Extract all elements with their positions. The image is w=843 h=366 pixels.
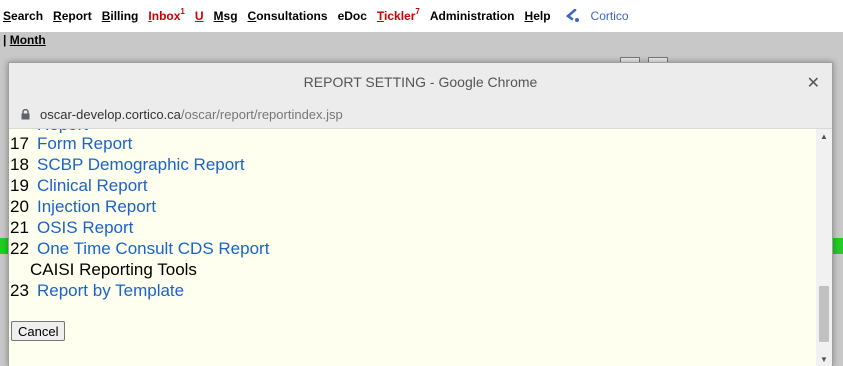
nav-search[interactable]: Search: [3, 9, 43, 23]
report-list: Report 17 Form Report 18 SCBP Demographic R…: [9, 129, 816, 366]
url-host: oscar-develop.cortico.ca: [40, 107, 181, 122]
section-heading: CAISI Reporting Tools: [9, 259, 816, 280]
report-item: 19 Clinical Report: [9, 175, 816, 196]
cortico-label: Cortico: [590, 9, 629, 23]
nav-badge: 1: [180, 7, 185, 16]
report-number: 22: [10, 238, 29, 258]
report-link[interactable]: One Time Consult CDS Report: [37, 239, 269, 259]
nav-billing[interactable]: Billing: [102, 9, 139, 23]
report-number: 20: [10, 196, 29, 216]
top-navigation: Search Report Billing Inbox1 U Msg Consultatio…: [0, 0, 843, 32]
report-link[interactable]: Form Report: [37, 134, 132, 154]
report-item: 23 Report by Template: [9, 280, 816, 301]
report-number: 23: [10, 280, 29, 300]
scroll-down-icon[interactable]: ▼: [816, 352, 832, 366]
nav-help[interactable]: Help: [525, 9, 551, 23]
address-bar: oscar-develop.cortico.ca/oscar/report/re…: [9, 101, 832, 129]
window-titlebar: REPORT SETTING - Google Chrome ✕: [9, 63, 832, 101]
divider: |: [3, 33, 10, 47]
report-link[interactable]: OSIS Report: [37, 218, 133, 238]
report-link[interactable]: Clinical Report: [37, 176, 148, 196]
nav-u[interactable]: U: [195, 9, 204, 23]
nav-administration[interactable]: Administration: [430, 9, 515, 23]
close-icon[interactable]: ✕: [807, 73, 820, 93]
report-item: 18 SCBP Demographic Report: [9, 154, 816, 175]
nav-msg[interactable]: Msg: [214, 9, 238, 23]
cortico-logo-icon: [565, 9, 579, 22]
nav-badge: 7: [415, 7, 420, 16]
nav-inbox[interactable]: Inbox1: [148, 7, 185, 23]
nav-report[interactable]: Report: [53, 9, 92, 23]
lock-icon: [21, 109, 30, 120]
nav-consultations[interactable]: Consultations: [248, 9, 328, 23]
sub-navigation: | Month: [0, 32, 843, 54]
nav-tickler[interactable]: Tickler7: [377, 7, 420, 23]
report-item: 20 Injection Report: [9, 196, 816, 217]
report-setting-window: REPORT SETTING - Google Chrome ✕ oscar-d…: [8, 62, 833, 366]
cortico-link[interactable]: Cortico: [565, 9, 629, 23]
report-number: 17: [10, 133, 29, 153]
report-link[interactable]: SCBP Demographic Report: [37, 155, 245, 175]
report-number: 21: [10, 217, 29, 237]
section-heading-label: CAISI Reporting Tools: [30, 259, 197, 279]
scrollbar-thumb[interactable]: [819, 286, 829, 342]
window-title: REPORT SETTING - Google Chrome: [303, 74, 538, 90]
clipped-row: Report: [9, 129, 816, 133]
report-item: 21 OSIS Report: [9, 217, 816, 238]
report-item: 22 One Time Consult CDS Report: [9, 238, 816, 259]
report-number: 19: [10, 175, 29, 195]
url-path: /oscar/report/reportindex.jsp: [180, 107, 343, 122]
vertical-scrollbar[interactable]: ▲ ▼: [816, 129, 832, 366]
report-item: 17 Form Report: [9, 133, 816, 154]
report-number: 18: [10, 154, 29, 174]
report-link[interactable]: Injection Report: [37, 197, 156, 217]
month-link[interactable]: Month: [10, 33, 46, 47]
cancel-button[interactable]: Cancel: [11, 321, 66, 341]
report-link[interactable]: Report by Template: [37, 281, 184, 301]
scroll-up-icon[interactable]: ▲: [816, 129, 832, 143]
nav-edoc[interactable]: eDoc: [338, 9, 367, 23]
